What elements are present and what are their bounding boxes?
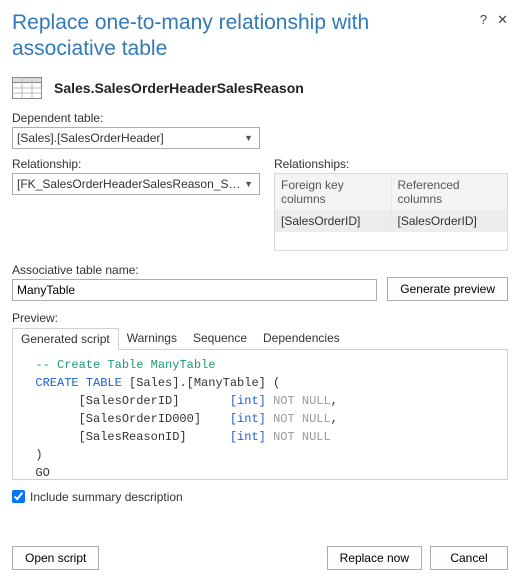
chevron-down-icon: ▼ bbox=[242, 179, 255, 189]
preview-label: Preview: bbox=[12, 311, 508, 325]
object-row: Sales.SalesOrderHeaderSalesReason bbox=[12, 77, 508, 99]
relationships-group: Relationships: Foreign key columns Refer… bbox=[274, 157, 508, 251]
relationships-label: Relationships: bbox=[274, 157, 508, 171]
dependent-table-combo[interactable]: [Sales].[SalesOrderHeader] ▼ bbox=[12, 127, 260, 149]
tab-sequence[interactable]: Sequence bbox=[185, 328, 255, 350]
rel-header-fk: Foreign key columns bbox=[275, 174, 392, 210]
rel-ref-cell: [SalesOrderID] bbox=[392, 210, 508, 232]
cancel-button[interactable]: Cancel bbox=[430, 546, 508, 570]
tab-warnings[interactable]: Warnings bbox=[119, 328, 185, 350]
rel-fk-cell: [SalesOrderID] bbox=[275, 210, 392, 232]
rel-data-row[interactable]: [SalesOrderID] [SalesOrderID] bbox=[275, 210, 507, 232]
relationship-label: Relationship: bbox=[12, 157, 260, 171]
relationship-combo[interactable]: [FK_SalesOrderHeaderSalesReason_SalesOrd… bbox=[12, 173, 260, 195]
rel-header-ref: Referenced columns bbox=[392, 174, 508, 210]
object-name: Sales.SalesOrderHeaderSalesReason bbox=[54, 80, 304, 96]
rel-header-row: Foreign key columns Referenced columns bbox=[275, 174, 507, 210]
dialog-title: Replace one-to-many relationship with as… bbox=[12, 10, 480, 63]
relationship-value: [FK_SalesOrderHeaderSalesReason_SalesOrd… bbox=[17, 177, 242, 191]
assoc-name-input[interactable] bbox=[12, 279, 377, 301]
dialog-root: Replace one-to-many relationship with as… bbox=[0, 0, 520, 580]
preview-tabs: Generated script Warnings Sequence Depen… bbox=[12, 327, 508, 350]
generate-preview-button[interactable]: Generate preview bbox=[387, 277, 508, 301]
help-icon[interactable]: ? bbox=[480, 12, 487, 28]
dialog-footer: Open script Replace now Cancel bbox=[12, 546, 508, 570]
assoc-row: Associative table name: Generate preview bbox=[12, 263, 508, 301]
script-viewer[interactable]: -- Create Table ManyTable CREATE TABLE [… bbox=[12, 350, 508, 480]
preview-group: Preview: Generated script Warnings Seque… bbox=[12, 311, 508, 480]
titlebar: Replace one-to-many relationship with as… bbox=[12, 10, 508, 63]
tab-dependencies[interactable]: Dependencies bbox=[255, 328, 348, 350]
title-controls: ? ✕ bbox=[480, 12, 508, 28]
table-icon bbox=[12, 77, 42, 99]
open-script-button[interactable]: Open script bbox=[12, 546, 99, 570]
include-summary-label[interactable]: Include summary description bbox=[30, 490, 183, 504]
dependent-table-value: [Sales].[SalesOrderHeader] bbox=[17, 131, 242, 145]
dependent-table-label: Dependent table: bbox=[12, 111, 508, 125]
tab-generated-script[interactable]: Generated script bbox=[12, 328, 119, 350]
close-icon[interactable]: ✕ bbox=[497, 12, 508, 28]
replace-now-button[interactable]: Replace now bbox=[327, 546, 422, 570]
assoc-name-group: Associative table name: bbox=[12, 263, 377, 301]
assoc-name-label: Associative table name: bbox=[12, 263, 377, 277]
include-summary-checkbox[interactable] bbox=[12, 490, 25, 503]
relationships-table: Foreign key columns Referenced columns [… bbox=[274, 173, 508, 251]
chevron-down-icon: ▼ bbox=[242, 133, 255, 143]
dependent-table-group: Dependent table: [Sales].[SalesOrderHead… bbox=[12, 111, 508, 149]
relationship-group: Relationship: [FK_SalesOrderHeaderSalesR… bbox=[12, 157, 260, 251]
relationship-row: Relationship: [FK_SalesOrderHeaderSalesR… bbox=[12, 157, 508, 251]
include-summary-row: Include summary description bbox=[12, 490, 508, 504]
